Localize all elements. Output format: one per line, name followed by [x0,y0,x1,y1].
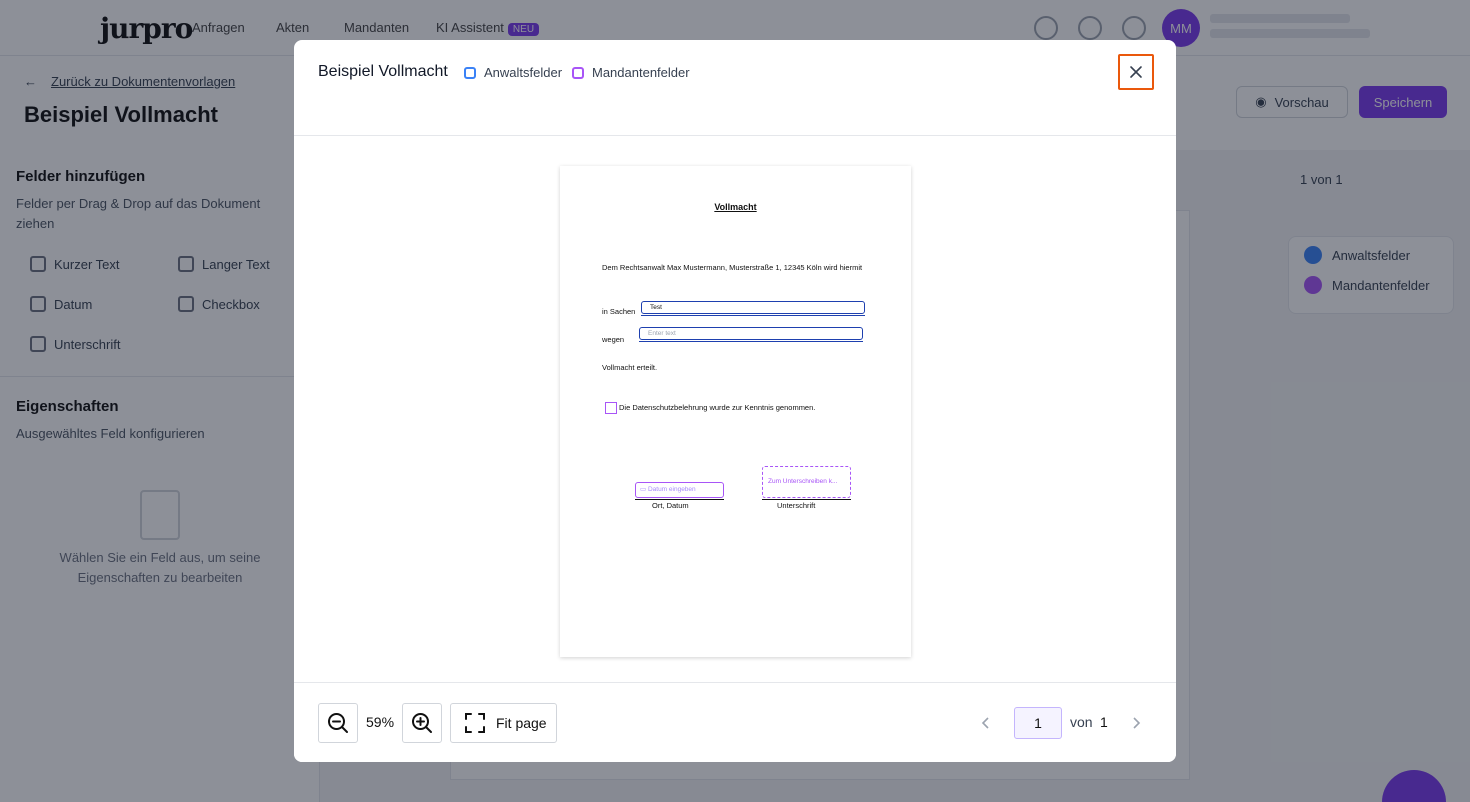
legend-client-fields: Mandantenfelder [572,65,690,80]
granted-text: Vollmacht erteilt. [602,363,658,372]
legend-lawyer-label: Anwaltsfelder [484,65,563,80]
signature-line [762,499,851,500]
in-sachen-field[interactable]: Test [641,301,865,316]
zoom-in-icon [412,713,432,733]
fullscreen-icon [465,713,485,733]
legend-client-label: Mandantenfelder [592,65,690,80]
signature-caption: Unterschrift [777,501,816,510]
modal-header: Beispiel Vollmacht Anwaltsfelder Mandant… [294,40,1176,136]
preview-viewport[interactable]: Vollmacht Dem Rechtsanwalt Max Musterman… [294,136,1176,682]
privacy-checkbox[interactable] [605,402,617,414]
fit-page-label: Fit page [496,715,547,731]
wegen-field[interactable]: Enter text [639,327,863,342]
signature-field[interactable]: Zum Unterschreiben k... [762,466,851,498]
modal-title: Beispiel Vollmacht [318,63,448,80]
wegen-label: wegen [602,335,625,344]
document-heading: Vollmacht [714,202,757,212]
date-line [635,499,724,500]
client-swatch-icon [572,66,584,79]
preview-modal: Beispiel Vollmacht Anwaltsfelder Mandant… [294,40,1176,762]
document-intro: Dem Rechtsanwalt Max Mustermann, Musters… [602,263,863,272]
zoom-out-button[interactable] [318,703,358,743]
zoom-level: 59% [366,714,395,730]
document-page: Vollmacht Dem Rechtsanwalt Max Musterman… [560,166,911,657]
close-button[interactable] [1118,54,1154,90]
legend-lawyer-fields: Anwaltsfelder [464,65,562,80]
date-caption: Ort, Datum [652,501,689,510]
close-icon [1130,66,1142,78]
modal-footer: 59% Fit page 1 von 1 [294,682,1176,762]
calendar-icon: ▭ [640,486,648,493]
lawyer-swatch-icon [464,66,476,79]
chevron-left-icon [981,717,989,729]
total-pages: 1 [1100,714,1108,730]
next-page-button[interactable] [1126,713,1146,733]
zoom-in-button[interactable] [402,703,442,743]
previous-page-button[interactable] [976,713,996,733]
page-of-label: von [1070,714,1093,730]
date-placeholder: Datum eingeben [647,486,696,493]
date-field[interactable]: ▭ Datum eingeben [635,482,724,498]
chevron-right-icon [1133,717,1141,729]
fit-page-button[interactable]: Fit page [450,703,557,743]
zoom-out-icon [328,713,348,733]
in-sachen-label: in Sachen [602,307,636,316]
privacy-checkbox-label: Die Datenschutzbelehrung wurde zur Kennt… [619,403,816,412]
page-number-input[interactable]: 1 [1014,707,1062,739]
